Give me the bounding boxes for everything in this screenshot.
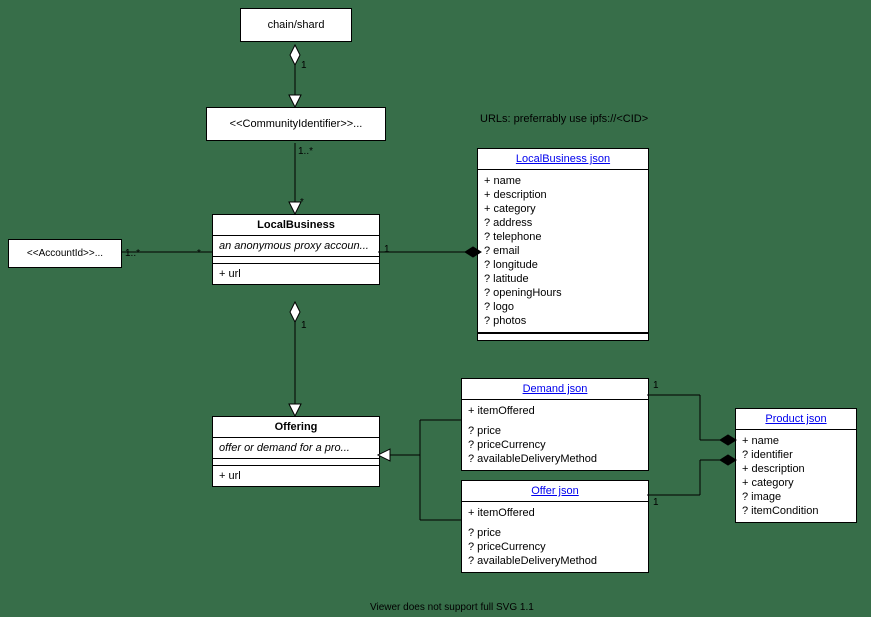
class-community-identifier: <<CommunityIdentifier>>... xyxy=(206,107,386,141)
class-title-link[interactable]: LocalBusiness json xyxy=(478,149,648,170)
mult-community-star: * xyxy=(300,197,304,208)
class-attr: + url xyxy=(213,466,379,486)
class-local-business: LocalBusiness an anonymous proxy accoun.… xyxy=(212,214,380,285)
mult-account-1star: 1..* xyxy=(125,248,140,259)
class-title-link[interactable]: Demand json xyxy=(462,379,648,400)
class-attrs: + name ? identifier + description + cate… xyxy=(736,430,856,522)
arrow-open-icon xyxy=(289,95,301,107)
mult-offering-diamond-1: 1 xyxy=(301,320,307,331)
class-title: Offering xyxy=(213,417,379,438)
connectors xyxy=(0,0,871,617)
class-attrs: + name + description + category ? addres… xyxy=(478,170,648,333)
class-title: chain/shard xyxy=(241,9,351,41)
class-demand-json: Demand json + itemOffered ? price ? pric… xyxy=(461,378,649,471)
class-chain-shard: chain/shard xyxy=(240,8,352,42)
mult-localbiz-left-star: * xyxy=(197,248,201,259)
class-subtitle: an anonymous proxy accoun... xyxy=(213,236,379,257)
class-subtitle: offer or demand for a pro... xyxy=(213,438,379,459)
diamond-open-icon xyxy=(290,302,300,322)
mult-offer-1: 1 xyxy=(653,497,659,508)
class-attr: + url xyxy=(213,264,379,284)
class-account-id: <<AccountId>>... xyxy=(8,239,122,268)
mult-localbiz-right-1: 1 xyxy=(384,244,390,255)
class-empty-section xyxy=(478,333,648,340)
class-title: <<AccountId>>... xyxy=(9,240,121,267)
class-attrs: + itemOffered ? price ? priceCurrency ? … xyxy=(462,400,648,470)
footer-note: Viewer does not support full SVG 1.1 xyxy=(370,602,534,613)
note-urls: URLs: preferrably use ipfs://<CID> xyxy=(480,113,648,125)
class-title-link[interactable]: Offer json xyxy=(462,481,648,502)
class-title: <<CommunityIdentifier>>... xyxy=(207,108,385,140)
class-product-json: Product json + name ? identifier + descr… xyxy=(735,408,857,523)
diamond-filled-icon xyxy=(720,435,736,445)
class-title-link[interactable]: Product json xyxy=(736,409,856,430)
arrow-open-icon xyxy=(289,404,301,416)
mult-chain-1: 1 xyxy=(301,60,307,71)
class-local-business-json: LocalBusiness json + name + description … xyxy=(477,148,649,341)
diamond-open-icon xyxy=(290,45,300,65)
class-offering: Offering offer or demand for a pro... + … xyxy=(212,416,380,487)
class-empty-section xyxy=(213,257,379,264)
class-title: LocalBusiness xyxy=(213,215,379,236)
mult-community-1star: 1..* xyxy=(298,146,313,157)
class-attrs: + itemOffered ? price ? priceCurrency ? … xyxy=(462,502,648,572)
class-offer-json: Offer json + itemOffered ? price ? price… xyxy=(461,480,649,573)
diamond-filled-icon xyxy=(720,455,736,465)
class-empty-section xyxy=(213,459,379,466)
mult-demand-1: 1 xyxy=(653,380,659,391)
